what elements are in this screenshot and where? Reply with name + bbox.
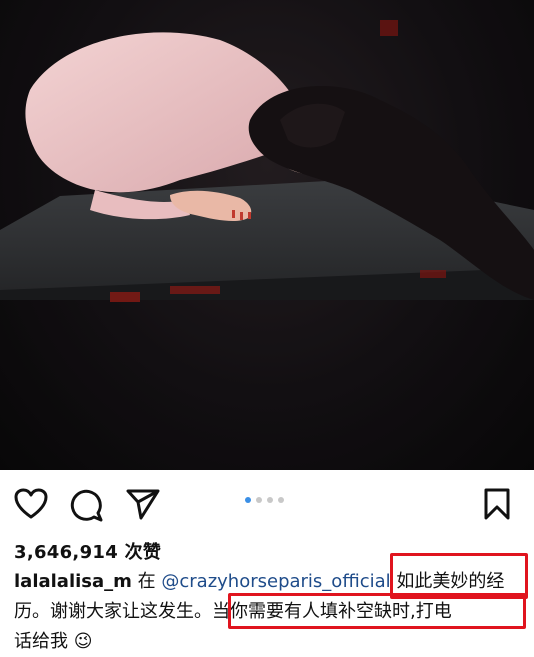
like-button[interactable]	[14, 488, 48, 520]
caption-username[interactable]: lalalalisa_m	[14, 571, 132, 592]
caption-text-line3: 话给我	[14, 631, 68, 652]
post-caption: lalalalisa_m 在 @crazyhorseparis_official…	[14, 567, 530, 657]
caption-text-line2b: 当你需要有人填补空缺时,打电	[212, 601, 452, 622]
comment-icon	[70, 489, 103, 522]
post-photo[interactable]	[0, 0, 534, 470]
caption-mention[interactable]: @crazyhorseparis_official	[161, 571, 390, 592]
send-icon	[126, 489, 160, 520]
carousel-dot[interactable]	[256, 497, 262, 503]
like-count[interactable]: 3,646,914 次赞	[14, 538, 161, 564]
carousel-dot[interactable]	[278, 497, 284, 503]
caption-in-word: 在	[137, 571, 156, 592]
carousel-dot[interactable]	[245, 497, 251, 503]
photo-illustration	[0, 0, 534, 470]
carousel-indicator	[245, 497, 284, 503]
comment-button[interactable]	[70, 488, 104, 522]
caption-text-part1: 如此美妙的经	[396, 571, 505, 592]
heart-icon	[14, 488, 48, 519]
bookmark-icon	[484, 488, 510, 520]
caption-text-line2a: 历。谢谢大家让这发生。	[14, 601, 212, 622]
save-button[interactable]	[484, 488, 510, 520]
share-button[interactable]	[126, 488, 160, 520]
wink-emoji-icon: 😉	[73, 631, 93, 652]
action-bar	[0, 470, 534, 540]
carousel-dot[interactable]	[267, 497, 273, 503]
